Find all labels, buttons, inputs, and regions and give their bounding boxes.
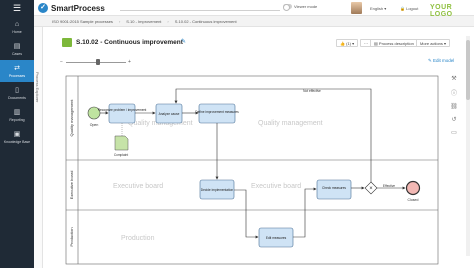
task-label: Edit measures	[266, 236, 287, 240]
task-recognize-problem[interactable]	[108, 103, 136, 124]
task-label: Recognize problem / improvement	[98, 108, 147, 112]
lane-watermark: Production	[121, 235, 155, 242]
task-label: Define improvement measures	[195, 110, 239, 114]
flow-label-not-effective: Not effective	[303, 89, 321, 93]
flow-label-effective: Effective	[383, 184, 395, 188]
task-label: Check measures	[322, 186, 346, 190]
lane-label-quality: Quality management	[69, 99, 74, 137]
lane-label-production: Production	[69, 227, 74, 246]
document-complaint[interactable]	[114, 135, 129, 151]
task-label: Decide implementation	[201, 188, 234, 192]
gateway-x-icon: ×	[369, 186, 373, 192]
end-event-label: Closed	[408, 198, 419, 202]
document-label: Complaint	[114, 153, 128, 157]
process-diagram[interactable]: Quality management Executive board Produ…	[0, 0, 474, 268]
lane-watermark: Executive board	[113, 183, 163, 190]
lane-label-executive: Executive board	[69, 171, 74, 200]
lane-watermark: Quality management	[258, 120, 323, 127]
lane-watermark: Executive board	[251, 183, 301, 190]
end-event[interactable]	[405, 180, 421, 196]
task-label: Analyze cause	[159, 112, 180, 116]
start-event-label: Open	[90, 123, 99, 127]
